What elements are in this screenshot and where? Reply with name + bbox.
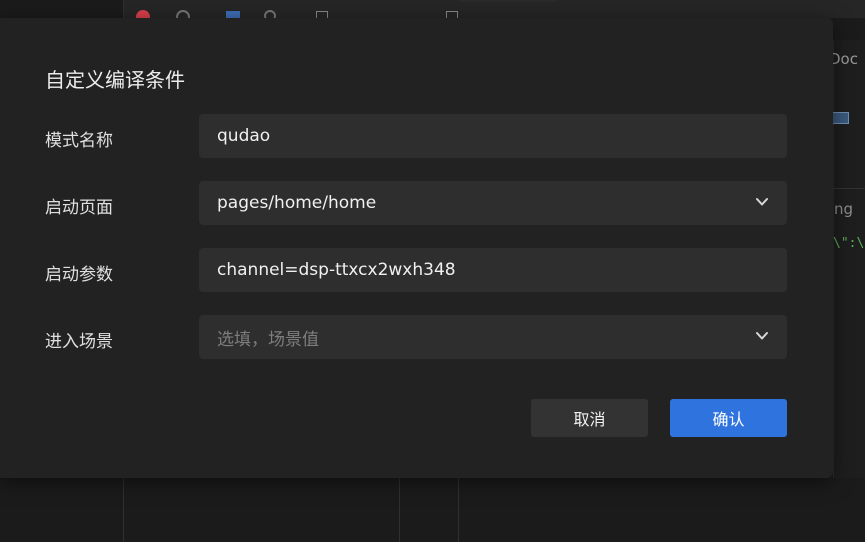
confirm-button[interactable]: 确认	[670, 399, 787, 437]
chevron-down-icon	[756, 198, 768, 206]
panel-divider	[399, 478, 400, 542]
chevron-down-icon	[756, 332, 768, 340]
background-code-text: \":\	[833, 236, 865, 251]
background-progress-chip	[831, 112, 849, 124]
start-page-label: 启动页面	[45, 198, 113, 218]
scene-placeholder: 选填，场景值	[217, 329, 319, 350]
background-doc-tab: Doc	[829, 50, 858, 68]
cancel-button[interactable]: 取消	[531, 399, 648, 437]
background-right-panel	[833, 40, 865, 478]
background-tab-indicator	[460, 0, 556, 2]
start-page-select[interactable]: pages/home/home	[199, 181, 787, 225]
start-params-label: 启动参数	[45, 265, 113, 285]
scene-select[interactable]: 选填，场景值	[199, 315, 787, 359]
compile-condition-dialog: 自定义编译条件 模式名称 qudao 启动页面 pages/home/home …	[0, 18, 833, 478]
mode-name-input[interactable]: qudao	[199, 114, 787, 158]
dialog-title: 自定义编译条件	[45, 68, 185, 92]
scene-label: 进入场景	[45, 332, 113, 352]
background-text: ng	[834, 200, 854, 218]
mode-name-label: 模式名称	[45, 131, 113, 151]
start-page-value: pages/home/home	[217, 193, 377, 213]
start-params-value: channel=dsp-ttxcx2wxh348	[217, 260, 456, 280]
start-params-input[interactable]: channel=dsp-ttxcx2wxh348	[199, 248, 787, 292]
background-divider	[833, 188, 865, 189]
mode-name-value: qudao	[217, 126, 271, 146]
panel-divider	[458, 478, 459, 542]
